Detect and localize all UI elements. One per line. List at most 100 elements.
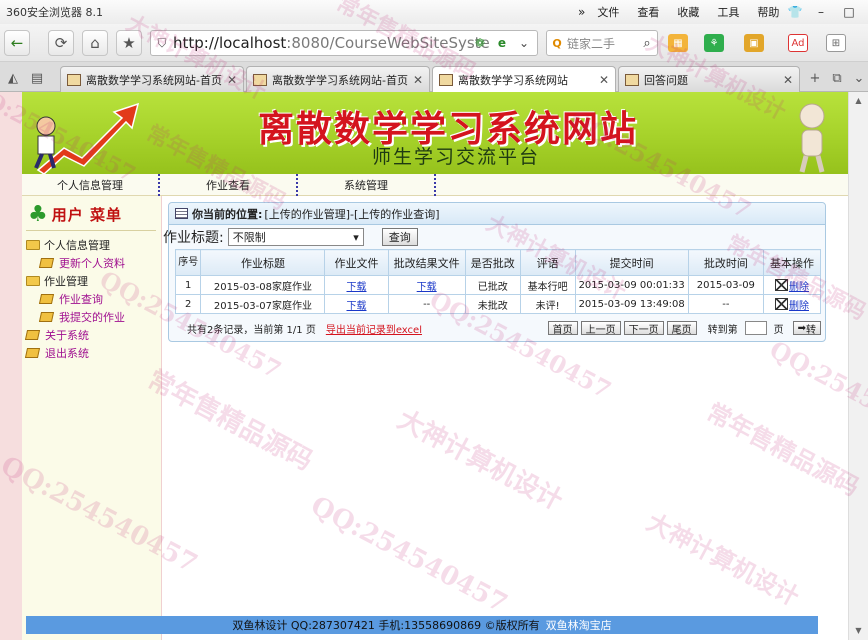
new-tab-icon[interactable]: + (804, 68, 826, 88)
home-icon[interactable]: ⌂ (82, 30, 108, 56)
favorite-star-icon[interactable]: ★ (116, 30, 142, 56)
page-leaf-icon (38, 294, 55, 304)
nav-personal-info[interactable]: 个人信息管理 (22, 174, 160, 196)
tab-close-icon[interactable]: ✕ (599, 73, 609, 87)
sidebar-item-update-profile[interactable]: 更新个人资料 (26, 254, 162, 272)
app-title: 360安全浏览器 8.1 (6, 6, 103, 19)
adblock-icon[interactable]: Ad (788, 34, 808, 52)
minimize-icon[interactable]: – (808, 0, 834, 24)
browser-menubar: » 文件 查看 收藏 工具 帮助 (578, 0, 797, 24)
extension-icon[interactable]: ⊞ (826, 34, 846, 52)
query-button[interactable]: 查询 (381, 228, 418, 246)
menu-view[interactable]: 查看 (637, 4, 659, 20)
col-comment: 评语 (519, 249, 576, 276)
site-banner: 离散数学学习系统网站 师生学习交流平台 (22, 92, 848, 174)
delete-link[interactable]: 删除 (789, 278, 809, 293)
tab-list-icon[interactable]: ▤ (26, 68, 48, 88)
restore-tab-icon[interactable]: ⧉ (826, 68, 848, 88)
wallet-icon[interactable]: ▣ (744, 34, 764, 52)
more-chevron-icon[interactable]: » (578, 5, 585, 19)
tab-close-icon[interactable]: ✕ (413, 73, 423, 87)
prev-page-button[interactable]: 上一页 (580, 321, 621, 336)
search-icon[interactable]: ⌕ (637, 36, 657, 51)
footer-shop-link[interactable]: 双鱼林淘宝店 (546, 617, 612, 633)
download-result-link[interactable]: 下载 (417, 282, 437, 293)
skin-icon[interactable]: 👕 (782, 0, 808, 24)
pager-buttons: 首页 上一页 下一页 尾页 转到第 页 ➡ 转 (547, 321, 821, 336)
nav-system-admin[interactable]: 系统管理 (298, 174, 436, 196)
refresh-icon[interactable]: ⟳ (48, 30, 74, 56)
sidebar-item-homework-query[interactable]: 作业查询 (26, 290, 162, 308)
browser-e-icon[interactable]: e (493, 34, 511, 52)
search-engine-icon[interactable]: Q (547, 37, 567, 50)
sidebar-item-homework-manage[interactable]: 作业管理 (26, 272, 162, 290)
pagination-bar: 共有2条记录，当前第 1/1 页 导出当前记录到excel 首页 上一页 下一页… (175, 319, 821, 337)
go-label: 转 (806, 324, 816, 336)
delete-link[interactable]: 删除 (789, 297, 809, 312)
menu-file[interactable]: 文件 (597, 4, 619, 20)
table-row: 2 2015-03-07家庭作业 下载 -- 未批改 未评! 2015-03-0… (174, 294, 822, 314)
delete-icon[interactable] (774, 279, 788, 291)
nav-homework-view[interactable]: 作业查看 (160, 174, 298, 196)
guard-icon[interactable]: ⚘ (704, 34, 724, 52)
site-subtitle: 师生学习交流平台 (372, 146, 541, 168)
tab-label: 离散数学学习系统网站-首页 (86, 73, 222, 87)
scroll-down-icon[interactable]: ▼ (849, 622, 868, 638)
search-input[interactable]: 链家二手 (567, 35, 637, 52)
next-page-button[interactable]: 下一页 (623, 321, 664, 336)
tab-1[interactable]: 离散数学学习系统网站-首页 ✕ (60, 66, 244, 92)
sidebar-item-about[interactable]: 关于系统 (24, 326, 162, 344)
menu-help[interactable]: 帮助 (757, 4, 779, 20)
sidebar-toggle-icon[interactable]: ◭ (2, 68, 24, 88)
tab-menu-icon[interactable]: ⌄ (848, 68, 868, 88)
sidebar-item-personal-info[interactable]: 个人信息管理 (26, 236, 162, 254)
col-result-file: 批改结果文件 (387, 249, 466, 276)
delete-icon[interactable] (774, 298, 788, 310)
page-number-input[interactable] (744, 321, 767, 335)
compat-mode-icon[interactable]: ❁ (471, 34, 489, 52)
cell-no: 1 (174, 275, 202, 295)
first-page-button[interactable]: 首页 (547, 321, 578, 336)
breadcrumb: 你当前的位置: [上传的作业管理]-[上传的作业查询] (169, 203, 825, 225)
col-grade-time: 批改时间 (687, 249, 764, 276)
sidebar-item-logout[interactable]: 退出系统 (24, 344, 162, 362)
page-leaf-icon (38, 258, 55, 268)
homework-title-select[interactable]: 不限制 ▾ (227, 228, 364, 246)
record-count: 共有2条记录，当前第 1/1 页 (187, 324, 316, 336)
sidebar-item-label: 我提交的作业 (59, 311, 125, 324)
back-arrow-icon[interactable]: ← (4, 30, 30, 56)
jump-label: 转到第 (707, 324, 738, 336)
last-page-button[interactable]: 尾页 (666, 321, 697, 336)
cell-comment: 基本行吧 (519, 275, 576, 295)
address-bar[interactable]: ⛉ http://localhost:8080/CourseWebSiteSys… (150, 30, 538, 56)
search-box[interactable]: Q 链家二手 ⌕ (546, 30, 658, 56)
tab-3-active[interactable]: 离散数学学习系统网站 ✕ (432, 66, 616, 93)
menu-tools[interactable]: 工具 (717, 4, 739, 20)
menu-favorites[interactable]: 收藏 (677, 4, 699, 20)
top-nav: 个人信息管理 作业查看 系统管理 (22, 174, 848, 196)
download-file-link[interactable]: 下载 (347, 282, 367, 293)
select-value: 不限制 (232, 231, 266, 244)
tab-2[interactable]: 离散数学学习系统网站-首页 ✕ (246, 66, 430, 92)
sidebar-menu: 个人信息管理 更新个人资料 作业管理 作业查询 我提交的作业 关于系统 退出系统 (24, 236, 162, 362)
vertical-scrollbar[interactable]: ▲ ▼ (848, 92, 868, 640)
tab-close-icon[interactable]: ✕ (783, 73, 793, 87)
sidebar-item-my-submissions[interactable]: 我提交的作业 (26, 308, 162, 326)
tab-bar: ◭ ▤ 离散数学学习系统网站-首页 ✕ 离散数学学习系统网站-首页 ✕ 离散数学… (0, 62, 868, 93)
tab-4[interactable]: 回答问题 ✕ (618, 66, 800, 92)
tab-close-icon[interactable]: ✕ (227, 73, 237, 87)
address-url[interactable]: http://localhost:8080/CourseWebSiteSyste (173, 34, 490, 52)
go-button[interactable]: ➡ 转 (792, 321, 821, 336)
student-arrow-illustration-icon (34, 102, 140, 174)
maximize-icon[interactable]: □ (836, 0, 862, 24)
download-file-link[interactable]: 下载 (347, 301, 367, 312)
tab-favicon-icon (439, 74, 453, 86)
footer-text: 双鱼林设计 QQ:287307421 手机:13558690869 ©版权所有 (232, 619, 540, 632)
apps-grid-icon[interactable]: ▦ (668, 34, 688, 52)
export-excel-link[interactable]: 导出当前记录到excel (326, 321, 422, 336)
tab-favicon-icon (67, 73, 81, 86)
cell-status: 已批改 (464, 275, 521, 295)
scroll-up-icon[interactable]: ▲ (849, 92, 868, 108)
address-dropdown-icon[interactable]: ⌄ (515, 34, 533, 52)
tab-favicon-icon (625, 73, 639, 86)
